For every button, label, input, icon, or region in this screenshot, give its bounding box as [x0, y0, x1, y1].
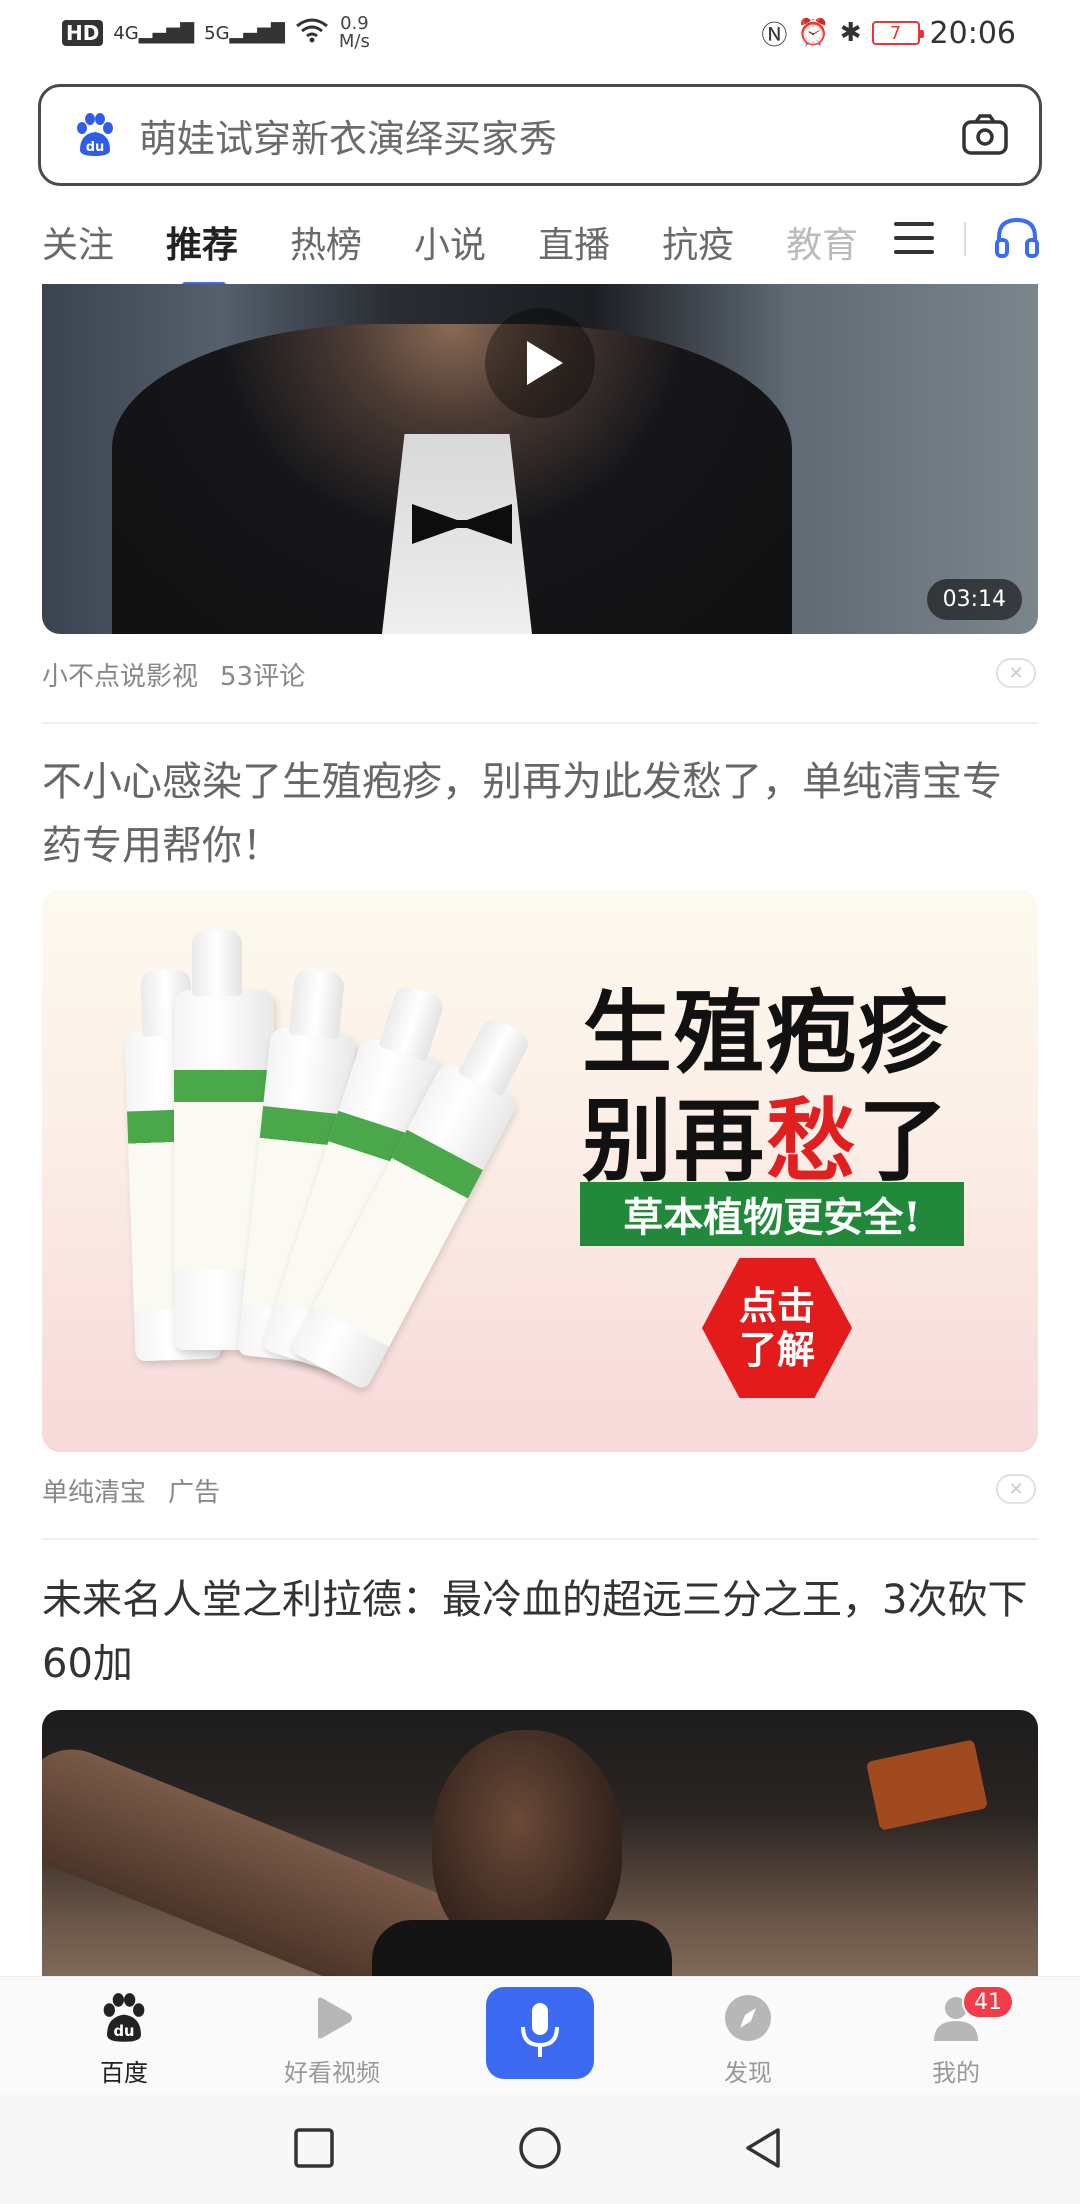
microphone-icon	[517, 2001, 563, 2065]
ad-banner: 草本植物更安全!	[580, 1182, 964, 1246]
video-comments[interactable]: 53评论	[220, 656, 305, 693]
dismiss-icon[interactable]: ✕	[996, 1474, 1036, 1504]
nav-label: 好看视频	[284, 2059, 380, 2087]
ad-tag: 广告	[168, 1478, 221, 1508]
nav-baidu[interactable]: du 百度	[54, 1991, 194, 2088]
svg-text:du: du	[114, 2023, 135, 2040]
bluetooth-icon: ✱	[839, 18, 862, 48]
tab-anti-epidemic[interactable]: 抗疫	[662, 216, 734, 268]
feed[interactable]: 03:14 小不点说影视 53评论 ✕ 不小心感染了生殖疱疹，别再为此发愁了，单…	[0, 284, 1080, 1976]
baidu-paw-icon: du	[71, 111, 119, 159]
battery-icon: 7	[871, 21, 924, 45]
status-bar: HD 4G▂▄▆█ 5G▂▄▆█ 0.9 M/s Ⓝ ⏰ ✱ 7 20:06	[0, 0, 1080, 66]
nav-discover[interactable]: 发现	[678, 1991, 818, 2088]
ad-advertiser[interactable]: 单纯清宝	[42, 1472, 146, 1509]
article-image[interactable]	[42, 1710, 1038, 1976]
divider	[42, 722, 1038, 724]
nav-label: 我的	[932, 2059, 980, 2087]
tab-recommend[interactable]: 推荐	[166, 216, 238, 288]
video-meta: 小不点说影视 53评论	[42, 656, 305, 693]
nfc-icon: Ⓝ	[761, 20, 788, 51]
net-speed: 0.9 M/s	[338, 13, 370, 52]
search-input[interactable]: 萌娃试穿新衣演绎买家秀	[139, 108, 959, 163]
signal-4g-icon: 4G▂▄▆█	[113, 22, 195, 44]
home-icon[interactable]	[516, 2124, 564, 2172]
menu-icon[interactable]	[894, 218, 934, 258]
divider	[42, 1538, 1038, 1540]
ad-meta: 单纯清宝 广告	[42, 1472, 220, 1509]
tab-hot[interactable]: 热榜	[290, 216, 362, 268]
play-icon[interactable]	[485, 308, 595, 418]
tab-divider	[964, 222, 966, 256]
dismiss-icon[interactable]: ✕	[996, 658, 1036, 688]
ad-cta-button[interactable]: 点击 了解	[702, 1258, 852, 1398]
bottom-nav: du 百度 好看视频 发现 我的 41	[0, 1976, 1080, 2094]
video-duration: 03:14	[926, 579, 1022, 620]
image-background-sign	[865, 1739, 989, 1831]
back-icon[interactable]	[740, 2124, 788, 2172]
camera-icon[interactable]	[959, 109, 1011, 161]
tab-live[interactable]: 直播	[538, 216, 610, 268]
status-right: Ⓝ ⏰ ✱ 7 20:06	[761, 15, 1016, 52]
tab-follow[interactable]: 关注	[42, 216, 114, 268]
image-jersey	[372, 1920, 672, 1976]
compass-icon	[721, 1991, 775, 2045]
tab-novel[interactable]: 小说	[414, 216, 486, 268]
article-title[interactable]: 未来名人堂之利拉德：最冷血的超远三分之王，3次砍下60加	[42, 1568, 1038, 1696]
system-nav-bar	[0, 2094, 1080, 2204]
voice-search-button[interactable]	[486, 1987, 594, 2079]
wifi-icon	[295, 17, 329, 50]
nav-label: 百度	[100, 2059, 148, 2087]
tab-education[interactable]: 教育	[786, 216, 858, 268]
baidu-paw-icon: du	[97, 1991, 151, 2045]
ad-title[interactable]: 不小心感染了生殖疱疹，别再为此发愁了，单纯清宝专药专用帮你！	[42, 750, 1038, 878]
svg-text:du: du	[86, 140, 105, 155]
ad-image[interactable]: 生殖疱疹 别再愁了 草本植物更安全! 点击 了解	[42, 890, 1038, 1452]
ad-headline-2: 别再愁了	[582, 1088, 950, 1194]
search-box[interactable]: du 萌娃试穿新衣演绎买家秀	[38, 84, 1042, 186]
hd-icon: HD	[62, 20, 104, 46]
alarm-icon: ⏰	[797, 18, 830, 48]
clock: 20:06	[929, 15, 1016, 51]
signal-5g-icon: 5G▂▄▆█	[204, 22, 285, 44]
nav-haokan-video[interactable]: 好看视频	[262, 1991, 402, 2088]
recent-apps-icon[interactable]	[290, 2124, 338, 2172]
video-source[interactable]: 小不点说影视	[42, 656, 198, 693]
status-left: HD 4G▂▄▆█ 5G▂▄▆█ 0.9 M/s	[62, 15, 370, 51]
nav-label: 发现	[724, 2059, 772, 2087]
notification-badge: 41	[962, 1985, 1014, 2019]
headphones-icon[interactable]	[992, 212, 1042, 262]
video-thumbnail[interactable]: 03:14	[42, 284, 1038, 634]
play-icon	[305, 1991, 359, 2045]
